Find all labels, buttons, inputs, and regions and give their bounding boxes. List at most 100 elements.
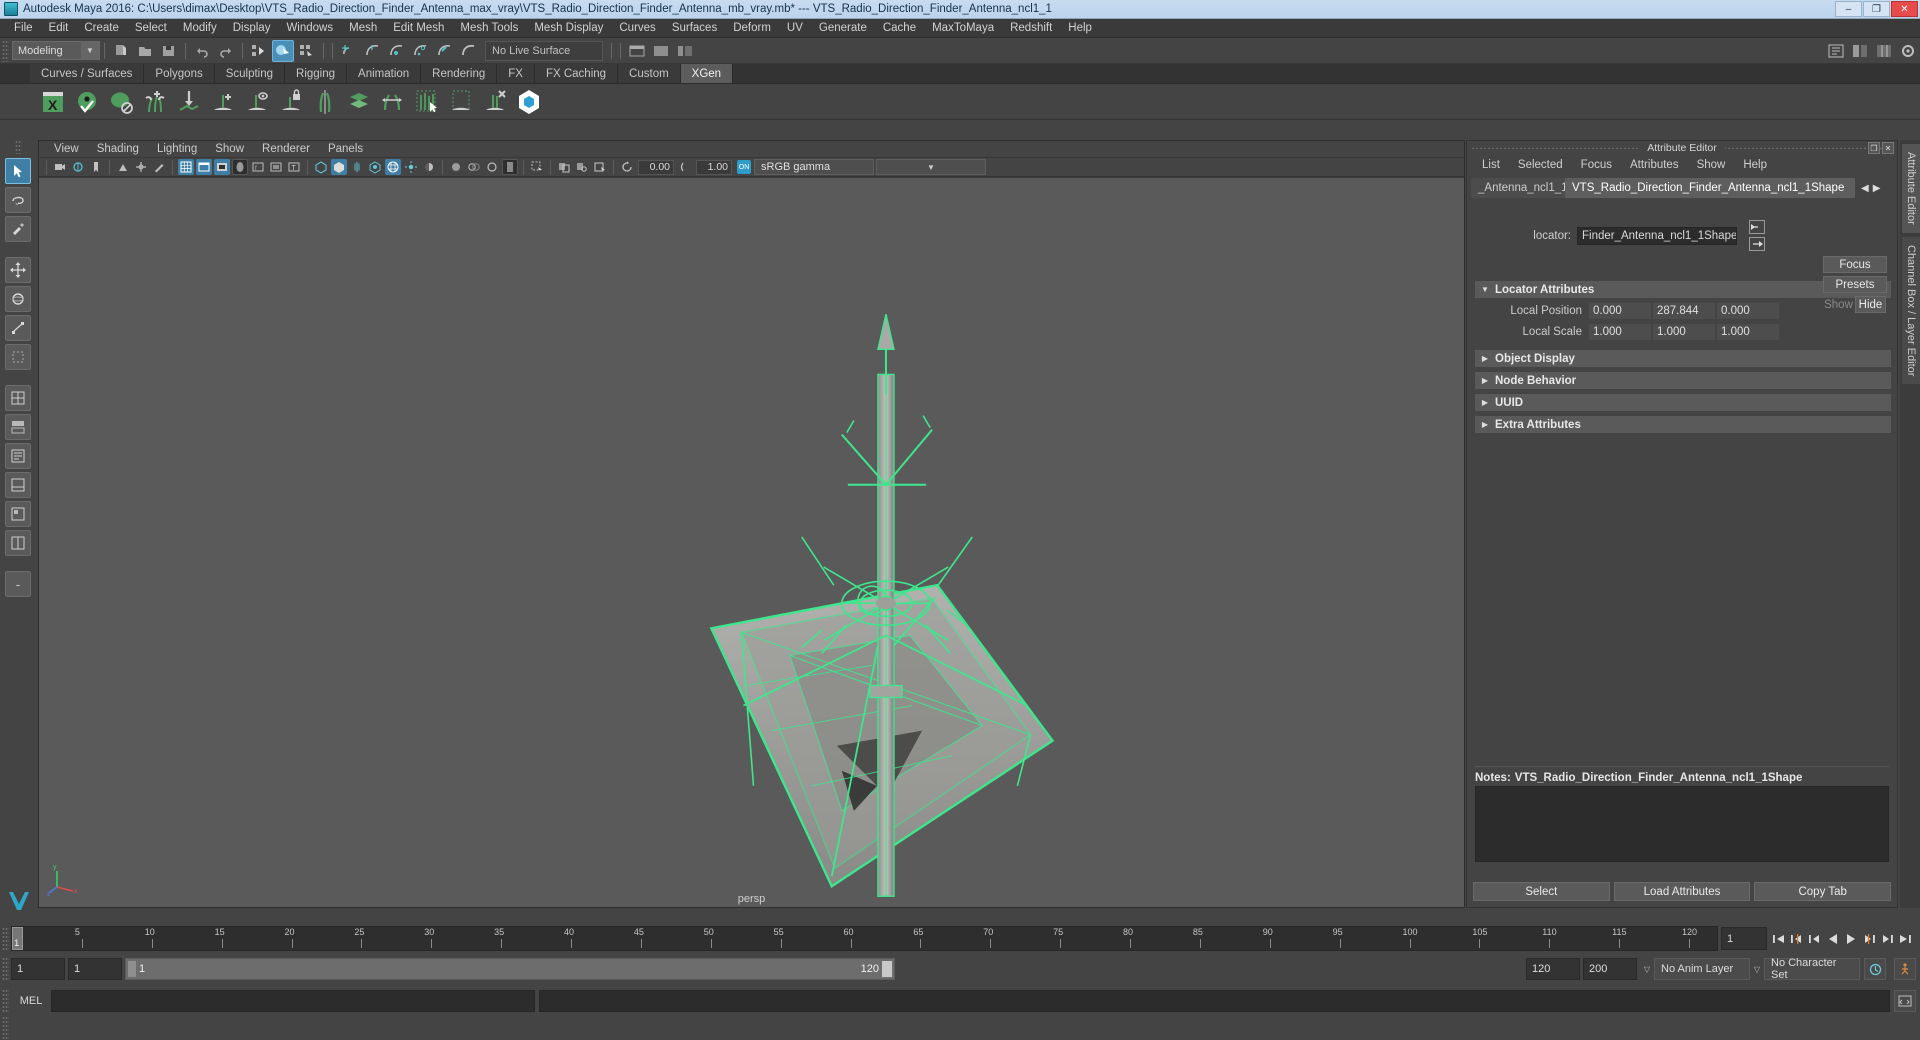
time-slider-row[interactable]: 1 5 10 15 20 25 30 35 40 45 50 55 60 65 70 75 80 85 90 95 1… xyxy=(0,925,1920,952)
xgen-mirror-guides-icon[interactable] xyxy=(310,87,340,117)
input-connection-icon[interactable] xyxy=(1749,220,1765,234)
resolution-gate-icon[interactable] xyxy=(214,159,230,175)
film-back-icon[interactable] xyxy=(268,159,284,175)
menu-item-windows[interactable]: Windows xyxy=(278,19,341,38)
exposure-reset-icon[interactable] xyxy=(619,159,635,175)
twoD-pan-zoom-icon[interactable] xyxy=(133,159,149,175)
toolbox-gripper[interactable] xyxy=(14,140,22,154)
step-forward-key-icon[interactable] xyxy=(1878,928,1896,950)
xgen-editor-icon[interactable]: X xyxy=(38,87,68,117)
local-scale-x-field[interactable]: 1.000 xyxy=(1589,324,1651,340)
image-plane-icon[interactable] xyxy=(115,159,131,175)
statusline-gripper[interactable] xyxy=(2,39,9,62)
chevron-down-icon[interactable]: ▼ xyxy=(1475,285,1495,294)
node-tab-transform[interactable]: _Antenna_ncl1_1 xyxy=(1471,178,1565,198)
ae-menu-list[interactable]: List xyxy=(1473,159,1509,171)
command-output-field[interactable] xyxy=(539,990,1890,1012)
xray-active-components-icon[interactable] xyxy=(592,159,608,175)
select-hierarchy-icon[interactable] xyxy=(248,40,270,62)
grid-icon[interactable] xyxy=(178,159,194,175)
last-tool-button[interactable] xyxy=(5,344,31,370)
focus-button[interactable]: Focus xyxy=(1823,256,1887,273)
menu-item-select[interactable]: Select xyxy=(127,19,175,38)
menu-item-edit-mesh[interactable]: Edit Mesh xyxy=(385,19,452,38)
xgen-add-guide-icon[interactable] xyxy=(208,87,238,117)
single-perspective-layout-button[interactable] xyxy=(5,385,31,411)
xray-joints-icon[interactable] xyxy=(574,159,590,175)
xgen-archive-icon[interactable] xyxy=(514,87,544,117)
anim-end-time-field[interactable]: 200 xyxy=(1583,958,1637,980)
xgen-layers-icon[interactable] xyxy=(344,87,374,117)
ae-menu-attributes[interactable]: Attributes xyxy=(1621,159,1688,171)
close-panel-icon[interactable]: ✕ xyxy=(1882,142,1894,154)
chevron-down-icon[interactable]: ▼ xyxy=(876,159,986,175)
gate-mask-icon[interactable] xyxy=(232,159,248,175)
anim-layer-selector[interactable]: No Anim Layer xyxy=(1654,958,1750,980)
shelf-icon-row[interactable]: X xyxy=(0,84,1920,120)
section-uuid[interactable]: ▶ UUID xyxy=(1475,394,1891,411)
menu-item-maxtomaya[interactable]: MaxToMaya xyxy=(924,19,1002,38)
ae-menu-focus[interactable]: Focus xyxy=(1572,159,1621,171)
menu-item-cache[interactable]: Cache xyxy=(875,19,924,38)
script-language-label[interactable]: MEL xyxy=(11,995,51,1007)
sidebar-outliner-icon[interactable] xyxy=(1825,40,1847,62)
animation-preferences-icon[interactable] xyxy=(1864,958,1886,980)
persp-graph-layout-button[interactable] xyxy=(5,472,31,498)
menu-item-edit[interactable]: Edit xyxy=(41,19,77,38)
right-side-rail[interactable]: Attribute Editor Channel Box / Layer Edi… xyxy=(1900,140,1920,908)
step-forward-frame-icon[interactable] xyxy=(1860,928,1878,950)
local-scale-y-field[interactable]: 1.000 xyxy=(1653,324,1715,340)
shelf-tab-fx[interactable]: FX xyxy=(497,64,535,83)
shelf-tab-rigging[interactable]: Rigging xyxy=(285,64,348,83)
xgen-convert-guides-icon[interactable] xyxy=(378,87,408,117)
rail-tab-attribute-editor[interactable]: Attribute Editor xyxy=(1902,144,1920,233)
panel-window-controls[interactable]: ❐ ✕ xyxy=(1868,142,1894,154)
xgen-sculpt-icon[interactable] xyxy=(174,87,204,117)
multisample-aa-icon[interactable] xyxy=(484,159,500,175)
command-line-row[interactable]: MEL xyxy=(0,988,1920,1014)
shadows-icon[interactable] xyxy=(421,159,437,175)
chevron-right-icon[interactable]: ▶ xyxy=(1475,354,1495,363)
range-left-handle[interactable] xyxy=(128,961,136,977)
persp-relationship-layout-button[interactable] xyxy=(5,530,31,556)
scale-tool-button[interactable] xyxy=(5,315,31,341)
xgen-delete-guide-icon[interactable] xyxy=(480,87,510,117)
grease-pencil-icon[interactable] xyxy=(151,159,167,175)
load-attributes-button[interactable]: Load Attributes xyxy=(1613,882,1751,901)
status-line-toolbar[interactable]: Modeling ▼ No Live Surface xyxy=(0,38,1920,64)
persp-outliner-layout-button[interactable] xyxy=(5,443,31,469)
tool-box[interactable]: - xyxy=(0,136,36,910)
menu-item-modify[interactable]: Modify xyxy=(175,19,225,38)
menu-item-create[interactable]: Create xyxy=(76,19,127,38)
select-component-icon[interactable] xyxy=(296,40,318,62)
menu-item-display[interactable]: Display xyxy=(225,19,279,38)
menu-item-redshift[interactable]: Redshift xyxy=(1002,19,1060,38)
playback-options-icon[interactable] xyxy=(1894,958,1916,980)
viewport-menu-shading[interactable]: Shading xyxy=(88,143,148,155)
minimize-button[interactable]: – xyxy=(1835,1,1862,17)
gamma-value-field[interactable]: 1.00 xyxy=(696,159,732,175)
shelf-tab-polygons[interactable]: Polygons xyxy=(144,64,215,83)
smooth-shade-all-icon[interactable] xyxy=(331,159,347,175)
snap-to-point-icon[interactable] xyxy=(386,40,408,62)
chevron-right-icon[interactable]: ▶ xyxy=(1475,398,1495,407)
script-editor-icon[interactable] xyxy=(1894,990,1916,1012)
section-node-behavior[interactable]: ▶ Node Behavior xyxy=(1475,372,1891,389)
xgen-preview-icon[interactable] xyxy=(72,87,102,117)
viewport-3d-canvas[interactable]: persp y x z xyxy=(39,178,1464,907)
range-slider-row[interactable]: 1 1 1 120 120 200 ▽ No Anim Layer ▽ No C… xyxy=(0,956,1920,982)
shelf-tab-rendering[interactable]: Rendering xyxy=(421,64,498,83)
maximize-button[interactable]: ❐ xyxy=(1863,1,1890,17)
node-tab-shape[interactable]: VTS_Radio_Direction_Finder_Antenna_ncl1_… xyxy=(1565,178,1855,198)
chevron-down-icon[interactable]: ▽ xyxy=(1750,965,1764,974)
text-overlay-icon[interactable]: T xyxy=(286,159,302,175)
chevron-right-icon[interactable]: ▶ xyxy=(1475,420,1495,429)
undock-panel-icon[interactable]: ❐ xyxy=(1868,142,1880,154)
range-start-time-field[interactable]: 1 xyxy=(68,958,122,980)
xgen-disable-preview-icon[interactable] xyxy=(106,87,136,117)
snap-to-curve-icon[interactable] xyxy=(362,40,384,62)
window-controls[interactable]: – ❐ ✕ xyxy=(1835,1,1918,17)
hide-button[interactable]: Hide xyxy=(1855,296,1886,313)
main-menu-bar[interactable]: File Edit Create Select Modify Display Windows… xyxy=(0,19,1920,38)
color-space-selector[interactable]: sRGB gamma xyxy=(754,159,874,175)
